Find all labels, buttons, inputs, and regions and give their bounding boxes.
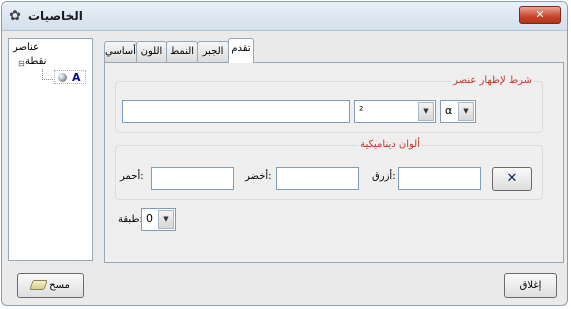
condition-greek-value: α (445, 104, 453, 117)
condition-symbol-value: ² (359, 104, 364, 117)
close-icon: ✕ (506, 171, 518, 186)
tree-leaf-point-a[interactable]: A (54, 70, 86, 84)
green-input[interactable] (276, 167, 359, 190)
layer-label: طبقة: (118, 214, 143, 225)
tree-connector (42, 69, 53, 80)
properties-window: ✿ الخاصيات ✕ عناصر ⊟ نقطة A أساسي اللون … (1, 1, 568, 306)
red-input[interactable] (151, 167, 234, 190)
window-close-button[interactable]: ✕ (519, 6, 561, 24)
gear-icon: ✿ (9, 8, 21, 24)
delete-button[interactable]: مسح (17, 273, 84, 298)
object-tree[interactable]: عناصر ⊟ نقطة A (8, 38, 93, 261)
tree-collapse-icon[interactable]: ⊟ (18, 59, 25, 68)
blue-input[interactable] (398, 167, 481, 190)
dynamic-colors-label: ألوان ديناميكية (358, 139, 422, 150)
tab-algebra[interactable]: الجبر (197, 41, 229, 62)
tab-advanced[interactable]: تقدم (228, 38, 254, 63)
condition-group: شرط لإظهار عنصر ² ▼ α ▼ (115, 75, 543, 133)
tab-style[interactable]: النمط (166, 41, 198, 62)
condition-greek-select[interactable]: α ▼ (440, 100, 476, 123)
tab-strip: أساسي اللون النمط الجبر تقدم (104, 38, 254, 63)
layer-value: 0 (146, 212, 153, 225)
point-sphere-icon (58, 73, 67, 82)
chevron-down-icon[interactable]: ▼ (158, 210, 174, 229)
window-title: الخاصيات (28, 9, 83, 23)
chevron-down-icon[interactable]: ▼ (418, 102, 434, 121)
close-icon: ✕ (535, 8, 545, 21)
tab-basic[interactable]: أساسي (104, 41, 137, 62)
condition-symbol-select[interactable]: ² ▼ (354, 100, 436, 123)
condition-input[interactable] (122, 100, 350, 123)
blue-label: أزرق: (372, 171, 396, 182)
clear-colors-button[interactable]: ✕ (492, 167, 532, 191)
advanced-panel: شرط لإظهار عنصر ² ▼ α ▼ ألوان ديناميكية … (104, 62, 564, 263)
chevron-down-icon[interactable]: ▼ (458, 102, 474, 121)
dynamic-colors-group: ألوان ديناميكية أحمر: أخضر: أزرق: ✕ (115, 139, 543, 200)
tree-leaf-label: A (72, 71, 81, 84)
eraser-icon (29, 280, 48, 290)
tree-root-objects[interactable]: عناصر (13, 42, 39, 53)
title-bar: ✿ الخاصيات ✕ (2, 2, 567, 31)
condition-group-label: شرط لإظهار عنصر (451, 75, 534, 86)
red-label: أحمر: (120, 171, 144, 182)
delete-button-label: مسح (49, 280, 70, 291)
tree-node-point[interactable]: نقطة (25, 56, 46, 67)
green-label: أخضر: (245, 171, 272, 182)
tab-color[interactable]: اللون (136, 41, 167, 62)
close-button-label: إغلاق (519, 280, 542, 291)
close-button[interactable]: إغلاق (504, 273, 557, 298)
layer-select[interactable]: 0 ▼ (141, 208, 176, 231)
